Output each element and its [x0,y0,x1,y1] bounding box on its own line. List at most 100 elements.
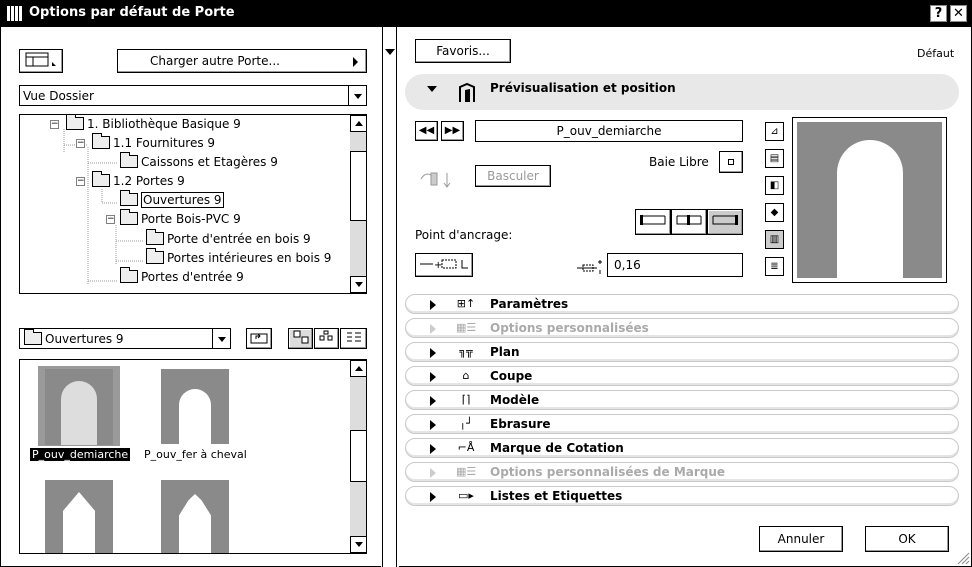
default-label: Défaut [917,47,955,60]
collapse-icon[interactable]: − [76,177,85,186]
anchor-center-button[interactable] [671,209,707,235]
tree-item[interactable]: Caissons et Etagères 9 [120,152,278,171]
app-icon [7,6,23,21]
folder-icon [146,229,164,245]
folder-icon [92,133,110,149]
folder-up-button[interactable] [246,328,272,349]
folder-icon [120,267,138,283]
svg-text:+: + [434,260,442,271]
section-listes-etiquettes[interactable]: ▭▸ Listes et Etiquettes [405,486,959,506]
section-label: Ebrasure [490,417,551,431]
gallery-scrollbar[interactable] [350,360,366,553]
view-mode-select[interactable]: Vue Dossier [19,85,367,106]
list-view-button[interactable] [340,328,367,349]
next-object-button[interactable]: ▶▶ [441,121,464,141]
preview-wall [797,122,942,278]
view-side-icon[interactable]: ◧ [765,176,784,195]
small-icons-icon [319,330,332,341]
help-button[interactable]: ? [930,5,947,22]
dimension-marker-icon: ⌐Å [457,441,475,454]
tree-item[interactable]: Porte d'entrée en bois 9 [146,229,311,248]
previous-object-button[interactable]: ◀◀ [415,121,438,141]
tree-item[interactable]: Portes d'entrée 9 [120,267,244,286]
scroll-down-icon[interactable] [350,536,366,553]
folder-select-value: Ouvertures 9 [45,332,124,346]
view-elevation-icon[interactable]: ▤ [765,149,784,168]
title-bar[interactable]: Options par défaut de Porte ? ✕ [1,1,971,27]
anchor-left-button[interactable] [635,209,671,235]
gallery-thumb[interactable] [161,369,229,444]
panel-splitter[interactable] [381,27,399,567]
favorites-button[interactable]: Favoris... [415,39,511,63]
offset-field[interactable]: 0,16 [607,253,743,277]
baie-libre-toggle[interactable] [719,151,743,173]
anchor-right-button[interactable] [707,209,743,235]
collapsed-arrow-icon [430,324,436,334]
chevron-down-icon [348,86,366,105]
scroll-thumb[interactable] [350,151,366,221]
section-marque-de-cotation[interactable]: ⌐Å Marque de Cotation [405,438,959,458]
plan-icon: ╗╦ [459,345,473,358]
section-plan[interactable]: ╗╦ Plan [405,342,959,362]
tree-label: Portes d'entrée 9 [141,270,244,284]
collapsed-arrow-icon [430,444,436,454]
collapse-arrow-icon[interactable] [385,49,395,55]
ok-button[interactable]: OK [865,526,949,552]
view-plan-icon[interactable]: ⊿ [765,122,784,141]
basculer-button[interactable]: Basculer [475,165,551,187]
object-name-field[interactable]: P_ouv_demiarche [475,120,743,142]
small-icons-view-button[interactable] [314,328,339,349]
scroll-up-icon[interactable] [350,360,366,377]
custom-options-icon: ▦☰ [456,321,477,334]
large-icons-view-button[interactable] [288,328,313,349]
tree-label: Portes intérieures en bois 9 [167,251,332,265]
tree-scrollbar[interactable] [350,115,366,293]
gallery-thumb[interactable] [161,480,229,553]
scroll-up-icon[interactable] [350,115,366,132]
cancel-button[interactable]: Annuler [759,526,843,552]
gallery-label[interactable]: P_ouv_fer à cheval [144,448,247,461]
gallery-thumb-selected[interactable] [38,366,120,446]
gallery-label-selected[interactable]: P_ouv_demiarche [30,448,131,461]
folder-icon [146,248,164,264]
view-3d-icon[interactable]: ◆ [765,203,784,222]
resize-grip-icon[interactable] [956,551,970,565]
collapsed-arrow-icon [430,372,436,382]
collapse-icon[interactable]: − [50,120,59,129]
tree-label: Caissons et Etagères 9 [141,155,278,169]
anchor-label: Point d'ancrage: [415,228,513,242]
view-front-icon[interactable]: ▥ [765,230,784,249]
grid-view-icon [25,52,56,67]
section-label: Paramètres [490,297,569,311]
anchor-selector[interactable] [635,209,743,235]
tree-item-selected[interactable]: Ouvertures 9 [120,190,224,209]
folder-icon [120,209,138,225]
library-tree[interactable]: − 1. Bibliothèque Basique 9 − 1.1 Fourni… [19,114,367,294]
load-other-door-button[interactable]: Charger autre Porte... [117,49,367,73]
scroll-down-icon[interactable] [350,276,366,293]
section-ebrasure[interactable]: ╷┘ Ebrasure [405,414,959,434]
folder-icon [24,329,42,345]
preview-section-header[interactable]: Prévisualisation et position [405,74,959,110]
close-button[interactable]: ✕ [950,5,967,22]
tree-label: Porte d'entrée en bois 9 [167,232,311,246]
tree-item[interactable]: Portes intérieures en bois 9 [146,248,332,267]
section-parametres[interactable]: ⊞↑ Paramètres [405,294,959,314]
section-modele[interactable]: ⌈⌉ Modèle [405,390,959,410]
collapse-icon[interactable]: − [76,139,85,148]
gallery-thumb[interactable] [45,480,113,553]
anchor-side-popup[interactable]: + [415,253,473,277]
object-gallery[interactable]: P_ouv_demiarche P_ouv_fer à cheval [19,359,367,554]
scroll-thumb[interactable] [350,430,366,482]
section-label: Marque de Cotation [490,441,624,455]
folder-icon [120,152,138,168]
collapse-icon[interactable]: − [106,215,115,224]
collapsed-arrow-icon [430,492,436,502]
folder-select[interactable]: Ouvertures 9 [19,328,231,349]
view-layout-button[interactable] [19,49,63,73]
collapsed-arrow-icon [430,420,436,430]
model-icon: ⌈⌉ [461,393,471,406]
view-list-icon[interactable]: ≣ [765,257,784,276]
section-coupe[interactable]: ⌂ Coupe [405,366,959,386]
door-preview-icon [457,82,477,107]
